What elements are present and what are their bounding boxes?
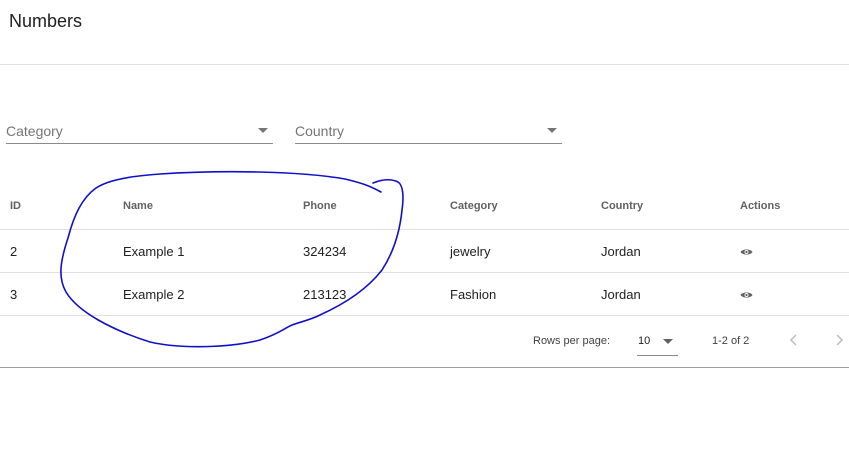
eye-icon[interactable] bbox=[740, 248, 753, 256]
column-header-phone[interactable]: Phone bbox=[303, 200, 337, 212]
category-select-placeholder: Category bbox=[6, 123, 63, 139]
chevron-left-icon[interactable] bbox=[786, 332, 802, 348]
cell-category: Fashion bbox=[450, 287, 497, 302]
row-divider bbox=[0, 272, 849, 273]
country-select-placeholder: Country bbox=[295, 123, 345, 139]
row-divider bbox=[0, 315, 849, 316]
rows-per-page-value: 10 bbox=[638, 335, 651, 347]
title-divider bbox=[0, 64, 849, 65]
cell-country: Jordan bbox=[601, 287, 641, 302]
column-header-country[interactable]: Country bbox=[601, 200, 643, 212]
rows-per-page-select[interactable]: 10 bbox=[637, 329, 678, 356]
chevron-down-icon bbox=[663, 339, 673, 344]
chevron-down-icon bbox=[547, 128, 557, 133]
cell-phone: 213123 bbox=[303, 287, 347, 302]
pagination-range: 1-2 of 2 bbox=[712, 335, 750, 347]
column-header-actions: Actions bbox=[740, 200, 781, 212]
page-title: Numbers bbox=[9, 11, 83, 31]
rows-per-page-label: Rows per page: bbox=[533, 335, 611, 347]
table-bottom-border bbox=[0, 367, 849, 368]
chevron-down-icon bbox=[258, 128, 268, 133]
cell-name: Example 1 bbox=[123, 244, 185, 259]
row-divider bbox=[0, 229, 849, 230]
category-select[interactable]: Category bbox=[6, 118, 273, 144]
cell-id: 3 bbox=[10, 287, 18, 302]
cell-category: jewelry bbox=[450, 244, 491, 259]
column-header-id[interactable]: ID bbox=[10, 200, 21, 212]
cell-name: Example 2 bbox=[123, 287, 185, 302]
eye-icon[interactable] bbox=[740, 291, 753, 299]
cell-phone: 324234 bbox=[303, 244, 347, 259]
chevron-right-icon[interactable] bbox=[831, 332, 847, 348]
hand-drawn-annotation-circle bbox=[60, 170, 404, 348]
cell-id: 2 bbox=[10, 244, 18, 259]
column-header-category[interactable]: Category bbox=[450, 200, 498, 212]
cell-country: Jordan bbox=[601, 244, 641, 259]
country-select[interactable]: Country bbox=[295, 118, 562, 144]
column-header-name[interactable]: Name bbox=[123, 200, 153, 212]
